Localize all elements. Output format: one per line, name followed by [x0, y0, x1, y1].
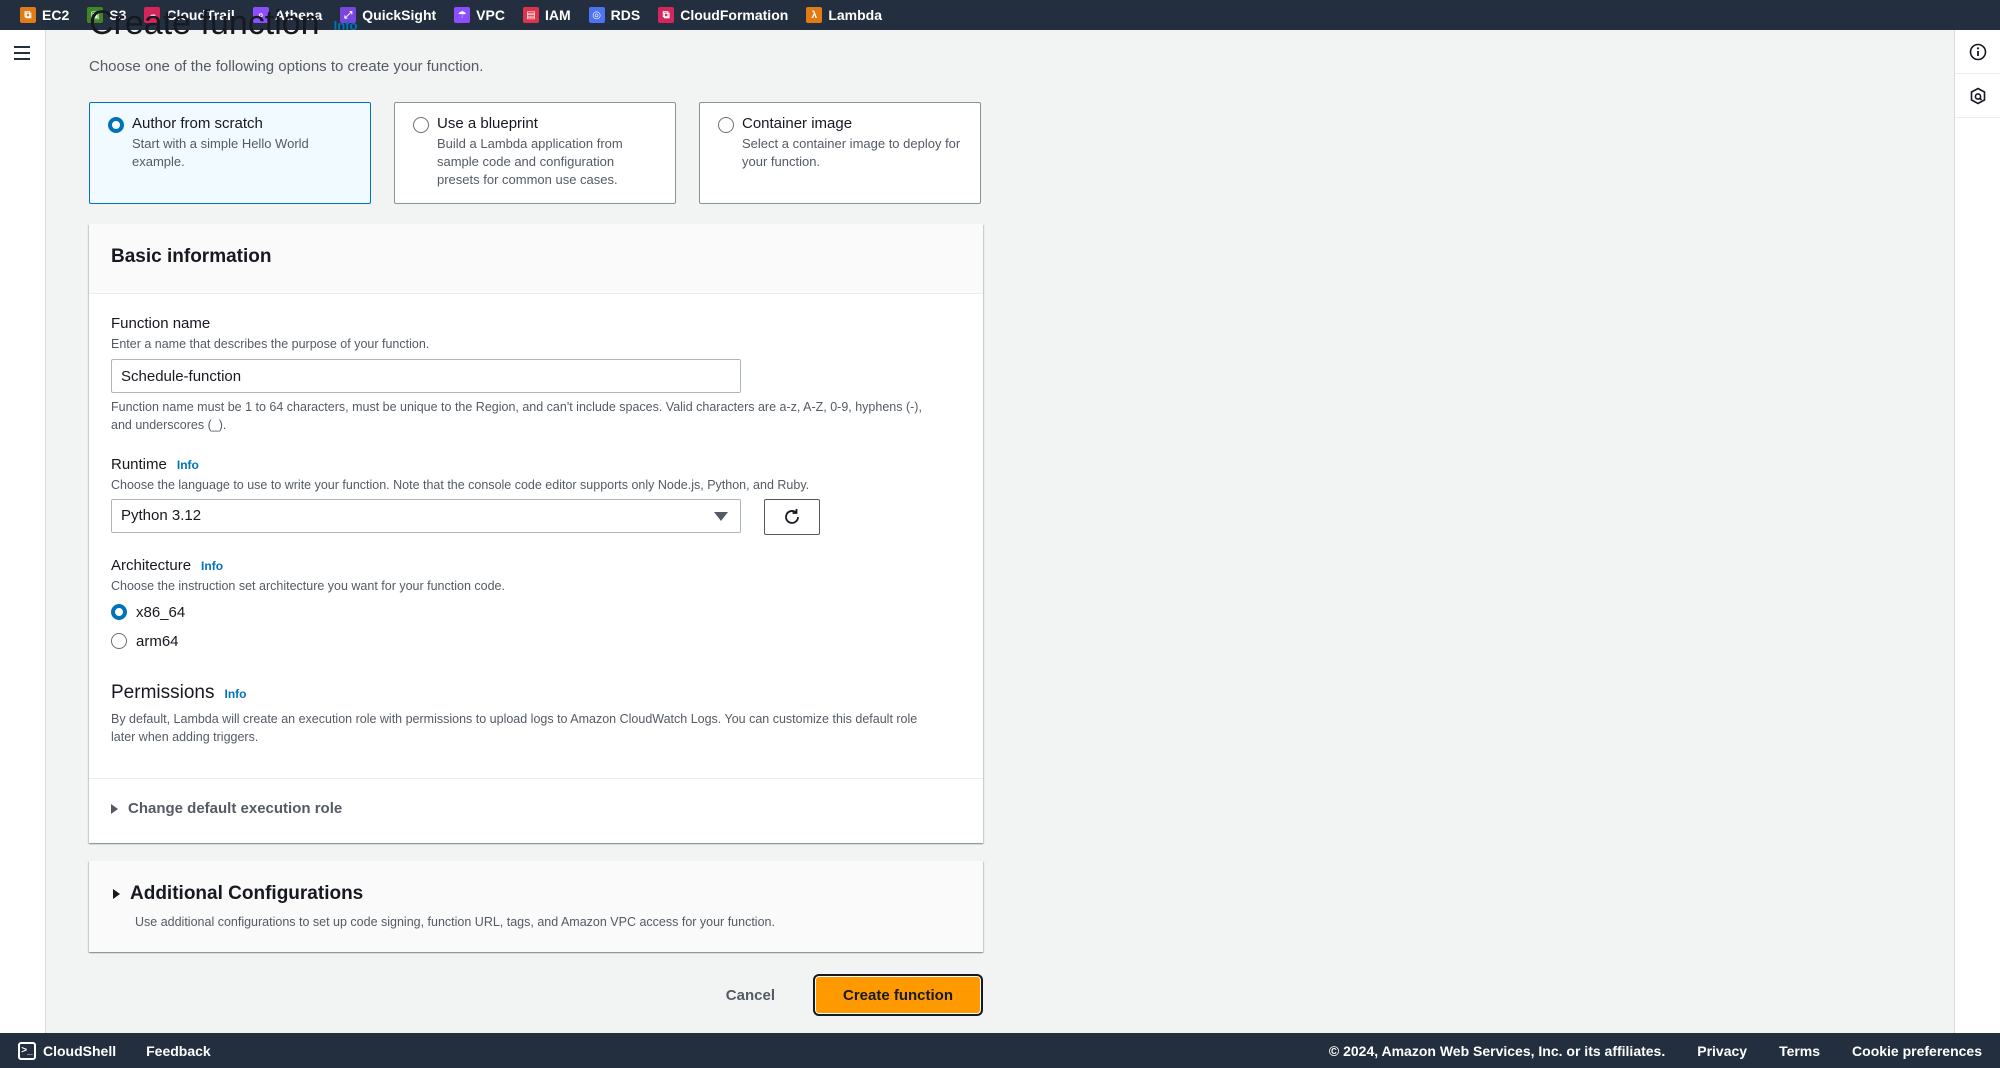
- page-title-text: Create function: [89, 4, 320, 42]
- privacy-link[interactable]: Privacy: [1697, 1043, 1747, 1059]
- runtime-select[interactable]: Python 3.12: [111, 499, 741, 533]
- function-name-label: Function name: [111, 315, 211, 332]
- creation-options: Author from scratch Start with a simple …: [89, 102, 981, 204]
- service-shortcut-lambda[interactable]: λ Lambda: [806, 7, 882, 23]
- option-title: Author from scratch: [132, 115, 263, 132]
- permissions-desc: By default, Lambda will create an execut…: [111, 712, 918, 744]
- architecture-option-x86[interactable]: x86_64: [111, 601, 505, 623]
- permissions-info-link[interactable]: Info: [224, 687, 246, 701]
- radio-container-image[interactable]: [718, 117, 734, 133]
- divider: [89, 778, 983, 779]
- architecture-label-text: Architecture: [111, 557, 192, 574]
- service-label: QuickSight: [362, 7, 437, 23]
- service-shortcut-iam[interactable]: ▤ IAM: [522, 7, 571, 23]
- runtime-field: Runtime Info Choose the language to use t…: [111, 456, 809, 533]
- page-subtitle: Choose one of the following options to c…: [89, 58, 484, 75]
- service-label: IAM: [544, 7, 571, 23]
- option-author-from-scratch[interactable]: Author from scratch Start with a simple …: [89, 102, 371, 204]
- service-label: EC2: [42, 7, 70, 23]
- function-name-desc: Enter a name that describes the purpose …: [111, 337, 430, 351]
- ec2-icon: ⧉: [20, 7, 36, 23]
- radio-use-blueprint[interactable]: [413, 117, 429, 133]
- permissions-label: Permissions Info: [111, 682, 941, 704]
- hexagon-icon: [1970, 87, 1985, 104]
- architecture-label: Architecture Info: [111, 557, 505, 574]
- service-shortcut-vpc[interactable]: ☂ VPC: [454, 7, 505, 23]
- function-name-input[interactable]: [111, 359, 741, 393]
- option-title: Container image: [742, 115, 853, 132]
- menu-icon[interactable]: [14, 46, 30, 60]
- architecture-option-arm64[interactable]: arm64: [111, 630, 505, 652]
- service-shortcut-ec2[interactable]: ⧉ EC2: [20, 7, 69, 23]
- rds-icon: ◎: [588, 7, 605, 23]
- service-shortcut-cloudformation[interactable]: ⧉ CloudFormation: [658, 7, 788, 23]
- runtime-info-link[interactable]: Info: [177, 458, 199, 472]
- option-label: x86_64: [136, 603, 186, 621]
- feedback-link[interactable]: Feedback: [146, 1043, 211, 1059]
- permissions-section: Permissions Info By default, Lambda will …: [111, 682, 941, 746]
- left-navigation: [0, 30, 46, 1033]
- option-desc: Build a Lambda application from sample c…: [437, 136, 623, 187]
- basic-information-panel: Basic information Function name Enter a …: [89, 224, 983, 843]
- info-panel-button[interactable]: [1955, 30, 2000, 74]
- console-footer: >_ CloudShell Feedback © 2024, Amazon We…: [0, 1033, 2000, 1068]
- option-title: Use a blueprint: [437, 115, 538, 132]
- function-name-field: Function name Enter a name that describe…: [111, 315, 941, 434]
- terms-link[interactable]: Terms: [1779, 1043, 1820, 1059]
- architecture-desc: Choose the instruction set architecture …: [111, 579, 505, 593]
- radio-author-from-scratch[interactable]: [108, 117, 124, 133]
- runtime-value: Python 3.12: [121, 507, 202, 524]
- cloudshell-label: CloudShell: [43, 1042, 117, 1059]
- service-label: Lambda: [828, 7, 882, 23]
- change-execution-role-expander[interactable]: Change default execution role: [111, 800, 342, 817]
- caret-right-icon: [113, 889, 120, 899]
- additional-configurations-heading: Additional Configurations: [130, 883, 364, 904]
- refresh-runtime-button[interactable]: [764, 499, 820, 535]
- cloudshell-icon: >_: [18, 1041, 36, 1060]
- caret-down-icon: [714, 512, 728, 521]
- change-execution-role-label: Change default execution role: [128, 800, 343, 817]
- refresh-icon: [785, 509, 799, 524]
- additional-configurations-panel: Additional Configurations Use additional…: [89, 861, 983, 952]
- additional-configurations-expander[interactable]: Additional Configurations: [113, 883, 363, 905]
- form-actions: Cancel Create function: [706, 974, 983, 1016]
- option-desc: Select a container image to deploy for y…: [742, 136, 961, 169]
- lambda-icon: λ: [806, 7, 823, 23]
- architecture-field: Architecture Info Choose the instruction …: [111, 557, 505, 652]
- page-title: Create function Info: [89, 4, 357, 43]
- option-use-blueprint[interactable]: Use a blueprint Build a Lambda applicati…: [394, 102, 676, 204]
- option-label: arm64: [136, 632, 179, 650]
- tools-panel: [1954, 30, 2000, 1033]
- cancel-button[interactable]: Cancel: [706, 979, 795, 1012]
- cookie-preferences-link[interactable]: Cookie preferences: [1852, 1043, 1982, 1059]
- function-name-constraint: Function name must be 1 to 64 characters…: [111, 400, 922, 432]
- resources-button[interactable]: [1955, 74, 2000, 118]
- service-label: CloudFormation: [680, 7, 789, 23]
- runtime-label: Runtime Info: [111, 456, 809, 473]
- service-shortcut-rds[interactable]: ◎ RDS: [588, 7, 641, 23]
- radio-arm64[interactable]: [111, 633, 127, 649]
- caret-right-icon: [111, 803, 118, 814]
- basic-information-heading: Basic information: [89, 224, 983, 294]
- create-function-button[interactable]: Create function: [813, 974, 983, 1016]
- option-container-image[interactable]: Container image Select a container image…: [699, 102, 981, 204]
- copyright-text: © 2024, Amazon Web Services, Inc. or its…: [1328, 1042, 1666, 1059]
- service-label: RDS: [610, 7, 641, 23]
- info-icon: [1969, 43, 1986, 60]
- cloudshell-button[interactable]: >_ CloudShell: [18, 1041, 117, 1060]
- additional-configurations-desc: Use additional configurations to set up …: [135, 915, 775, 929]
- runtime-label-text: Runtime: [111, 456, 167, 473]
- runtime-desc: Choose the language to use to write your…: [111, 478, 810, 492]
- option-desc: Start with a simple Hello World example.: [132, 136, 309, 169]
- architecture-info-link[interactable]: Info: [201, 559, 223, 573]
- iam-icon: ▤: [522, 7, 539, 23]
- permissions-label-text: Permissions: [111, 682, 215, 703]
- vpc-icon: ☂: [454, 7, 471, 23]
- radio-x86-64[interactable]: [111, 604, 127, 620]
- page-info-link[interactable]: Info: [334, 18, 358, 33]
- cloudformation-icon: ⧉: [658, 7, 675, 23]
- service-label: VPC: [476, 7, 505, 23]
